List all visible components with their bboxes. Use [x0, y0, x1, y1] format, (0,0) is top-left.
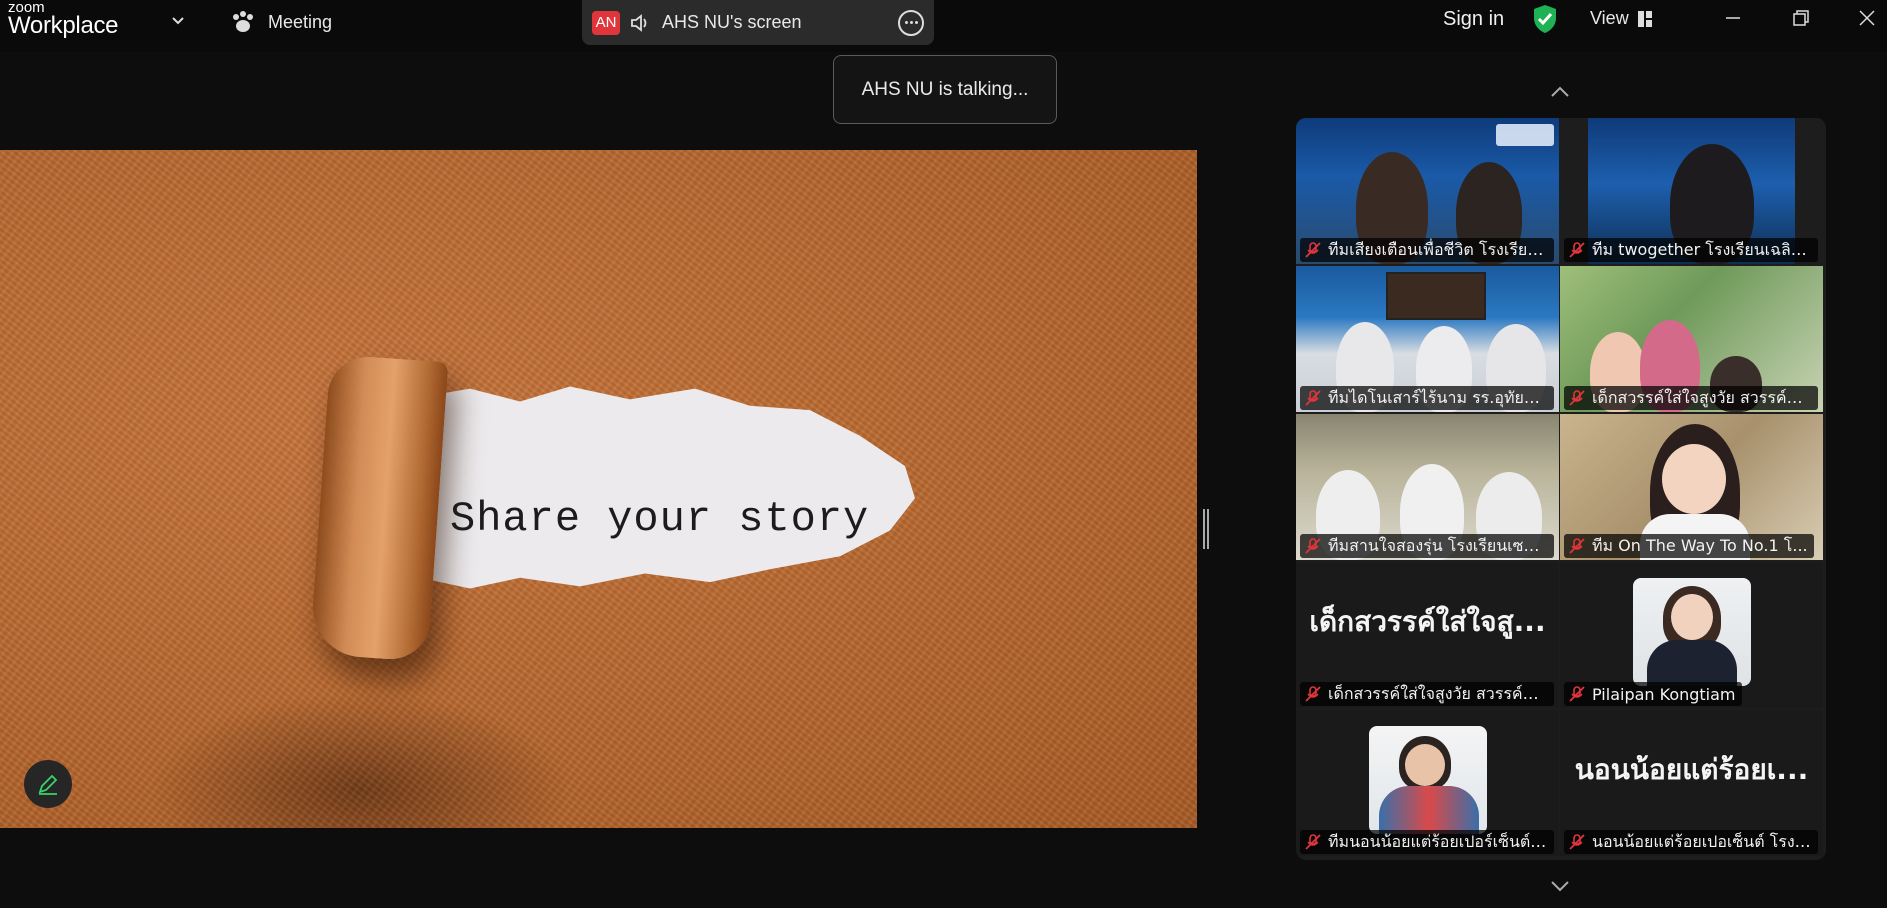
- chevron-down-icon[interactable]: [170, 14, 186, 28]
- view-layout-icon: [1637, 10, 1652, 27]
- slide-text: Share your story: [450, 495, 870, 543]
- muted-mic-icon: [1569, 834, 1585, 850]
- participant-avatar-text: นอนน้อยแต่ร้อยเ...: [1574, 753, 1809, 786]
- brand-workplace-text: Workplace: [8, 12, 119, 39]
- muted-mic-icon: [1305, 538, 1321, 554]
- participant-name-label: ทีมเสียงเตือนเพื่อชีวิต โรงเรียน...: [1300, 238, 1554, 262]
- participant-tile[interactable]: นอนน้อยแต่ร้อยเ... นอนน้อยแต่ร้อยเปอเซ็น…: [1560, 710, 1823, 856]
- muted-mic-icon: [1569, 538, 1585, 554]
- close-window-button[interactable]: [1849, 4, 1885, 32]
- participant-name-label: ทีมสานใจสองรุ่น โรงเรียนเซนต์...: [1300, 534, 1554, 558]
- participant-tile[interactable]: ทีมนอนน้อยแต่ร้อยเปอร์เซ็นต์ ...: [1296, 710, 1559, 856]
- participant-name-label: เด็กสวรรค์ใส่ใจสูงวัย สวรรค์อน...: [1564, 386, 1818, 410]
- minimize-window-button[interactable]: [1713, 4, 1753, 32]
- participant-tile[interactable]: ทีม twogether โรงเรียนเฉลิม...: [1560, 118, 1823, 264]
- shared-screen-content: Share your story: [0, 150, 1197, 828]
- restore-icon: [1793, 10, 1809, 26]
- meeting-menu-button[interactable]: Meeting: [230, 10, 332, 34]
- participant-tile[interactable]: เด็กสวรรค์ใส่ใจสูงวัย สวรรค์อน...: [1560, 266, 1823, 412]
- muted-mic-icon: [1305, 390, 1321, 406]
- active-speaker-toast: AHS NU is talking...: [833, 55, 1057, 124]
- sign-in-link[interactable]: Sign in: [1443, 8, 1504, 31]
- torn-paper-curl: [309, 354, 449, 662]
- muted-mic-icon: [1569, 242, 1585, 258]
- participant-tile[interactable]: ทีมสานใจสองรุ่น โรงเรียนเซนต์...: [1296, 414, 1559, 560]
- participant-gallery: ทีมเสียงเตือนเพื่อชีวิต โรงเรียน... ทีม …: [1296, 118, 1826, 860]
- meeting-label: Meeting: [268, 11, 333, 32]
- gallery-scroll-up-icon[interactable]: [1548, 84, 1572, 100]
- muted-mic-icon: [1305, 242, 1321, 258]
- participant-tile[interactable]: ทีมไดโนเสาร์ไร้นาม รร.อุทัยวิท...: [1296, 266, 1559, 412]
- minimize-icon: [1726, 17, 1740, 19]
- muted-mic-icon: [1569, 686, 1585, 702]
- participant-name-label: ทีมนอนน้อยแต่ร้อยเปอร์เซ็นต์ ...: [1300, 830, 1554, 854]
- profile-photo: [1633, 578, 1751, 686]
- participant-tile[interactable]: เด็กสวรรค์ใส่ใจสู... เด็กสวรรค์ใส่ใจสูงว…: [1296, 562, 1559, 708]
- participant-name-label: ทีมไดโนเสาร์ไร้นาม รร.อุทัยวิท...: [1300, 386, 1554, 410]
- participant-tile[interactable]: ทีม On The Way To No.1 โ...: [1560, 414, 1823, 560]
- annotate-pen-button[interactable]: [24, 760, 72, 808]
- muted-mic-icon: [1569, 390, 1585, 406]
- profile-photo: [1369, 726, 1487, 834]
- participant-tile[interactable]: Pilaipan Kongtiam: [1560, 562, 1823, 708]
- participant-name-label: Pilaipan Kongtiam: [1564, 682, 1742, 706]
- participant-name-label: นอนน้อยแต่ร้อยเปอเซ็นต์ โรงเ...: [1564, 830, 1818, 854]
- view-button[interactable]: View: [1590, 8, 1653, 29]
- participants-paw-icon: [233, 11, 253, 32]
- close-icon: [1859, 10, 1875, 26]
- panel-resize-handle[interactable]: [1203, 509, 1209, 549]
- more-options-icon[interactable]: [898, 9, 924, 36]
- pen-icon: [38, 774, 58, 795]
- security-shield-icon[interactable]: [1532, 4, 1558, 34]
- gallery-scroll-down-icon[interactable]: [1548, 878, 1572, 894]
- brand-logo: zoom Workplace: [8, 0, 119, 39]
- top-bar: zoom Workplace Meeting AN AHS NU's scree…: [0, 0, 1887, 52]
- share-title: AHS NU's screen: [662, 12, 802, 32]
- participant-avatar-text: เด็กสวรรค์ใส่ใจสู...: [1309, 605, 1546, 638]
- restore-window-button[interactable]: [1781, 4, 1821, 32]
- view-label: View: [1590, 8, 1629, 28]
- participant-name-label: เด็กสวรรค์ใส่ใจสูงวัย สวรรค์อน...: [1300, 682, 1554, 706]
- participant-tile[interactable]: ทีมเสียงเตือนเพื่อชีวิต โรงเรียน...: [1296, 118, 1559, 264]
- participant-name-label: ทีม On The Way To No.1 โ...: [1564, 534, 1814, 558]
- muted-mic-icon: [1305, 834, 1321, 850]
- speaker-icon[interactable]: [630, 13, 652, 33]
- screen-share-bar[interactable]: AN AHS NU's screen: [582, 0, 934, 45]
- muted-mic-icon: [1305, 686, 1321, 702]
- sharer-avatar-badge: AN: [592, 10, 620, 35]
- participant-name-label: ทีม twogether โรงเรียนเฉลิม...: [1564, 238, 1818, 262]
